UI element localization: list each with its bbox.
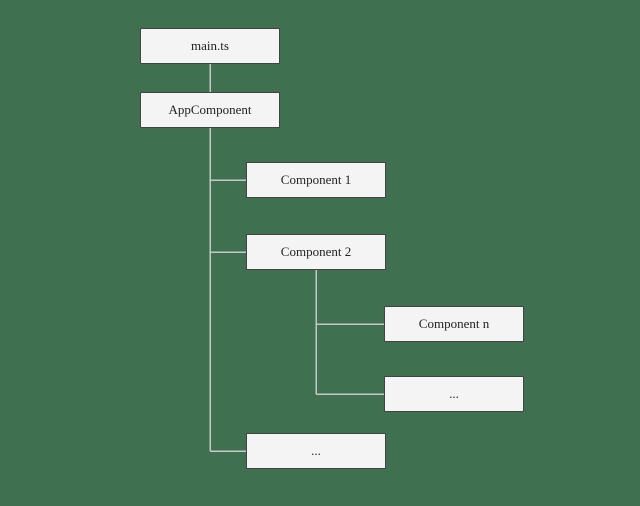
diagram-stage: main.ts AppComponent Component 1 Compone… <box>0 0 640 506</box>
node-label: Component 2 <box>281 244 351 260</box>
node-label: Component 1 <box>281 172 351 188</box>
node-label: AppComponent <box>168 102 251 118</box>
node-label: main.ts <box>191 38 229 54</box>
node-ellipsis-children-of-app: ... <box>246 433 386 469</box>
node-label: ... <box>449 386 459 402</box>
node-component-1: Component 1 <box>246 162 386 198</box>
node-label: ... <box>311 443 321 459</box>
node-ellipsis-children-of-component-2: ... <box>384 376 524 412</box>
node-main-ts: main.ts <box>140 28 280 64</box>
node-app-component: AppComponent <box>140 92 280 128</box>
node-component-2: Component 2 <box>246 234 386 270</box>
node-component-n: Component n <box>384 306 524 342</box>
node-label: Component n <box>419 316 489 332</box>
